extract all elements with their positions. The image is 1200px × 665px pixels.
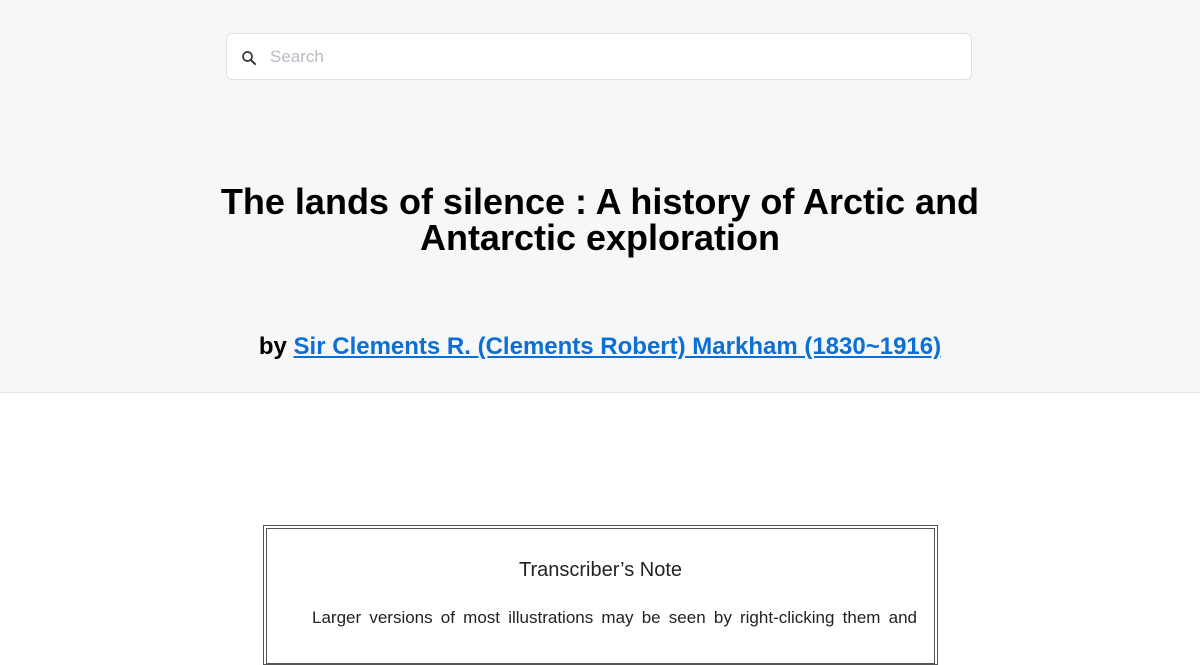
page-header: The lands of silence : A history of Arct… bbox=[0, 0, 1200, 393]
transcriber-note-box: Transcriber’s Note Larger versions of mo… bbox=[263, 525, 938, 665]
byline: by Sir Clements R. (Clements Robert) Mar… bbox=[100, 332, 1100, 362]
author-link[interactable]: Sir Clements R. (Clements Robert) Markha… bbox=[294, 333, 942, 360]
transcriber-note-title: Transcriber’s Note bbox=[518, 559, 683, 581]
transcriber-note-text: Larger versions of most illustrations ma… bbox=[312, 608, 917, 627]
by-label: by bbox=[258, 333, 287, 360]
search-icon bbox=[242, 51, 256, 65]
book-title: The lands of silence : A history of Arct… bbox=[220, 181, 980, 258]
search-input[interactable] bbox=[270, 34, 960, 79]
search-box[interactable] bbox=[226, 33, 972, 80]
transcriber-note-inner-border: Transcriber’s Note Larger versions of mo… bbox=[266, 528, 935, 664]
